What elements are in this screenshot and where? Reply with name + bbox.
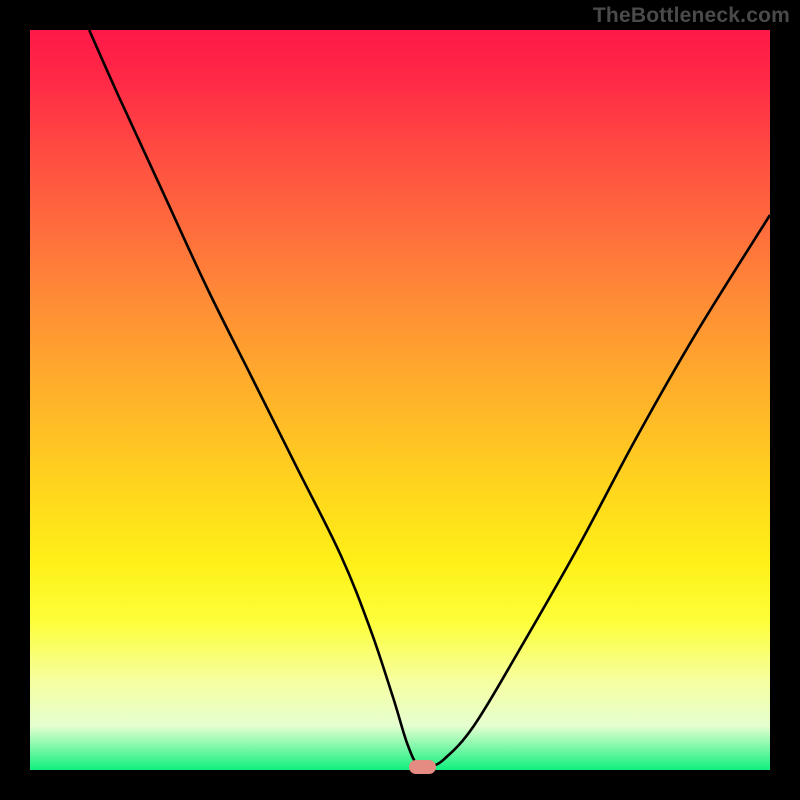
chart-frame: TheBottleneck.com: [0, 0, 800, 800]
watermark-text: TheBottleneck.com: [593, 4, 790, 28]
bottleneck-curve: [30, 30, 770, 770]
plot-area: [30, 30, 770, 770]
optimum-marker: [409, 760, 436, 773]
